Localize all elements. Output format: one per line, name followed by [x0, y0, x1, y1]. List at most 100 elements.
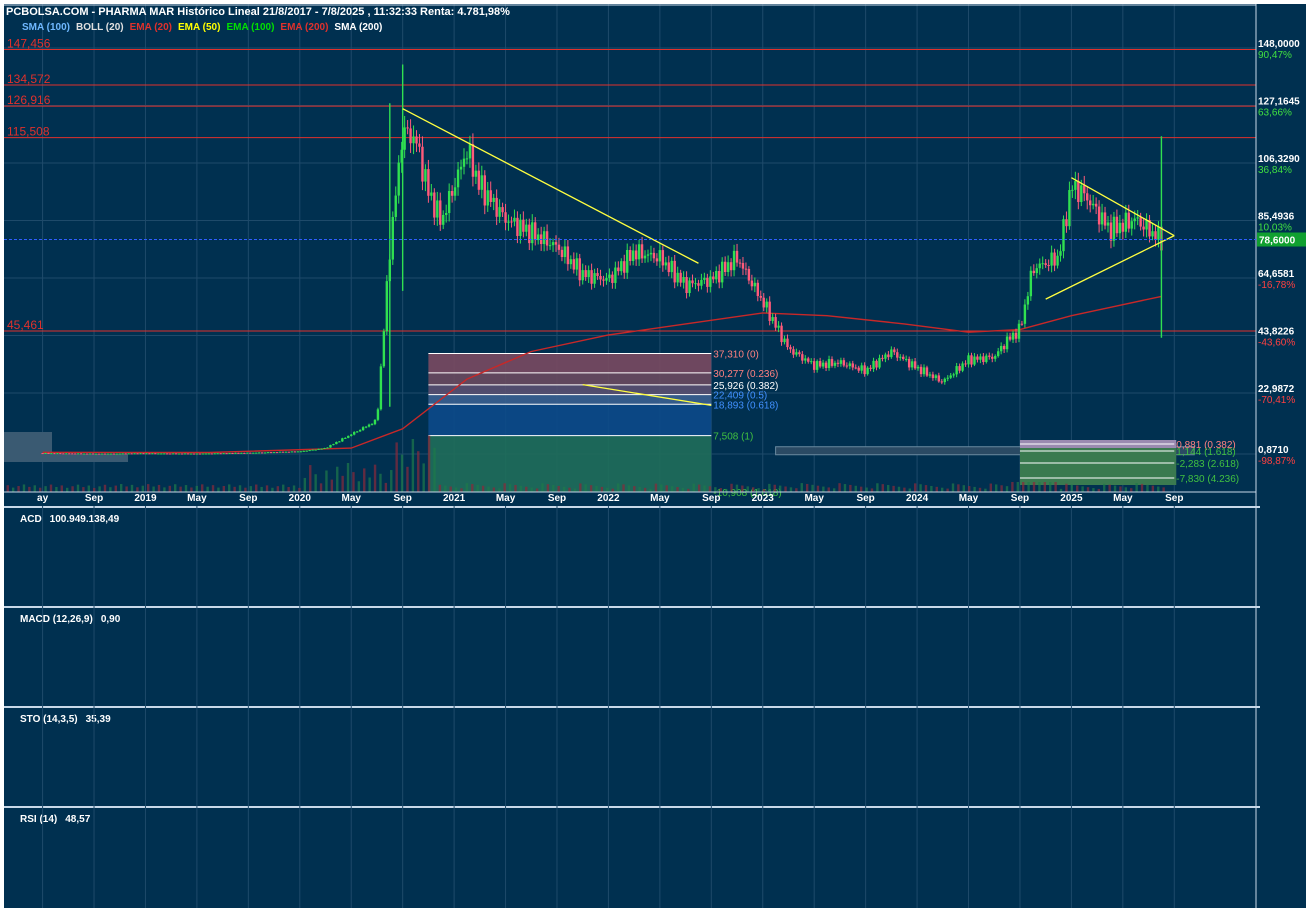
- candle-body: [68, 453, 71, 455]
- candle-body: [735, 250, 739, 263]
- volume-bar: [184, 485, 188, 492]
- candle-body: [718, 270, 721, 283]
- candle-body: [961, 363, 964, 371]
- candle-body: [82, 453, 86, 455]
- volume-bar: [238, 485, 242, 492]
- candle-body: [807, 358, 810, 362]
- candle-body: [79, 453, 83, 455]
- volume-bar: [11, 487, 15, 492]
- candle-body: [1136, 217, 1139, 219]
- volume-bar: [654, 483, 658, 492]
- x-tick-label: 2021: [443, 493, 466, 504]
- candle-body: [367, 424, 371, 427]
- volume-bar: [1032, 482, 1036, 492]
- indicator-label-6[interactable]: SMA (200): [334, 22, 382, 33]
- candle-body: [729, 262, 733, 271]
- candle-body: [222, 453, 225, 455]
- x-tick-label: Sep: [393, 493, 411, 504]
- candle-body: [415, 136, 418, 144]
- candle-body: [623, 261, 626, 273]
- x-tick-label: Sep: [1165, 493, 1183, 504]
- volume-bar: [611, 488, 614, 492]
- candle-body: [293, 451, 297, 453]
- indicator-label-5[interactable]: EMA (200): [280, 22, 328, 33]
- candle-body: [1139, 217, 1142, 227]
- sto-panel[interactable]: STO (14,3,5) 35,39: [4, 706, 1260, 806]
- resistance-label: 126,916: [7, 93, 51, 107]
- macd-panel[interactable]: MACD (12,26,9) 0,90: [4, 606, 1260, 706]
- candle-body: [996, 351, 1000, 357]
- candle-body: [881, 357, 884, 359]
- volume-bar: [946, 488, 949, 492]
- candle-body: [163, 453, 166, 455]
- candle-body: [685, 277, 688, 294]
- indicator-label-1[interactable]: BOLL (20): [76, 22, 124, 33]
- candle-body: [124, 453, 127, 455]
- candle-body: [872, 360, 875, 369]
- volume-bar: [514, 484, 517, 492]
- candle-body: [47, 452, 50, 454]
- volume-bar: [989, 483, 993, 492]
- volume-bar: [1076, 485, 1079, 492]
- volume-bar: [535, 488, 539, 492]
- candle-body: [551, 242, 555, 246]
- volume-bar: [730, 483, 733, 492]
- candle-body: [91, 453, 95, 455]
- candle-body: [513, 217, 516, 222]
- volume-bar: [1103, 483, 1106, 492]
- volume-bar: [460, 488, 463, 492]
- candle-body: [171, 453, 175, 455]
- candle-body: [854, 367, 857, 369]
- volume-bar: [908, 488, 911, 492]
- candle-body: [495, 197, 498, 217]
- volume-bar: [546, 484, 550, 492]
- volume-bar: [114, 485, 117, 492]
- indicator-label-4[interactable]: EMA (100): [226, 22, 274, 33]
- candle-body: [1094, 203, 1098, 207]
- indicator-label-2[interactable]: EMA (20): [130, 22, 172, 33]
- volume-bar: [298, 487, 301, 492]
- volume-bar: [579, 483, 582, 492]
- candle-body: [489, 190, 492, 202]
- candle-body: [640, 244, 644, 259]
- candle-body: [427, 169, 430, 196]
- volume-bar: [319, 483, 323, 492]
- rsi-panel[interactable]: RSI (14) 48,57: [4, 806, 1260, 908]
- volume-bar: [255, 484, 258, 492]
- indicator-label-0[interactable]: SMA (100): [22, 22, 70, 33]
- indicator-label-3[interactable]: EMA (50): [178, 22, 220, 33]
- candle-body: [985, 355, 988, 362]
- candle-body: [314, 449, 317, 451]
- sto-value: 35,39: [85, 714, 111, 725]
- x-tick-label: Sep: [856, 493, 874, 504]
- x-tick-label: Sep: [548, 493, 566, 504]
- candle-body: [450, 191, 454, 196]
- volume-bar: [130, 484, 134, 492]
- volume-bar: [65, 487, 69, 492]
- volume-bar: [930, 485, 933, 492]
- volume-bar: [28, 486, 31, 492]
- candle-body: [815, 361, 819, 370]
- volume-bar: [508, 484, 512, 492]
- candle-body: [628, 249, 632, 261]
- candle-body: [130, 453, 133, 455]
- volume-bar: [1005, 486, 1009, 492]
- candle-body: [290, 451, 294, 453]
- price-chart[interactable]: 37,310 (0)30,277 (0.236)25,926 (0.382)22…: [4, 4, 1306, 504]
- resistance-label: 45,461: [7, 318, 44, 332]
- candle-body: [136, 453, 139, 455]
- acd-panel[interactable]: ACD 100.949.138,49: [4, 506, 1260, 606]
- candle-body: [706, 277, 709, 287]
- candle-body: [563, 246, 567, 258]
- volume-bar: [363, 468, 366, 492]
- y-tick-price: 85,4936: [1258, 211, 1295, 222]
- volume-bar: [1016, 482, 1020, 492]
- candle-body: [260, 452, 264, 454]
- candle-body: [406, 127, 409, 129]
- volume-bar: [422, 463, 425, 492]
- volume-bar: [341, 475, 344, 492]
- candle-body: [498, 207, 501, 217]
- volume-bar: [789, 487, 793, 492]
- candle-body: [305, 450, 308, 452]
- volume-bar: [968, 486, 971, 492]
